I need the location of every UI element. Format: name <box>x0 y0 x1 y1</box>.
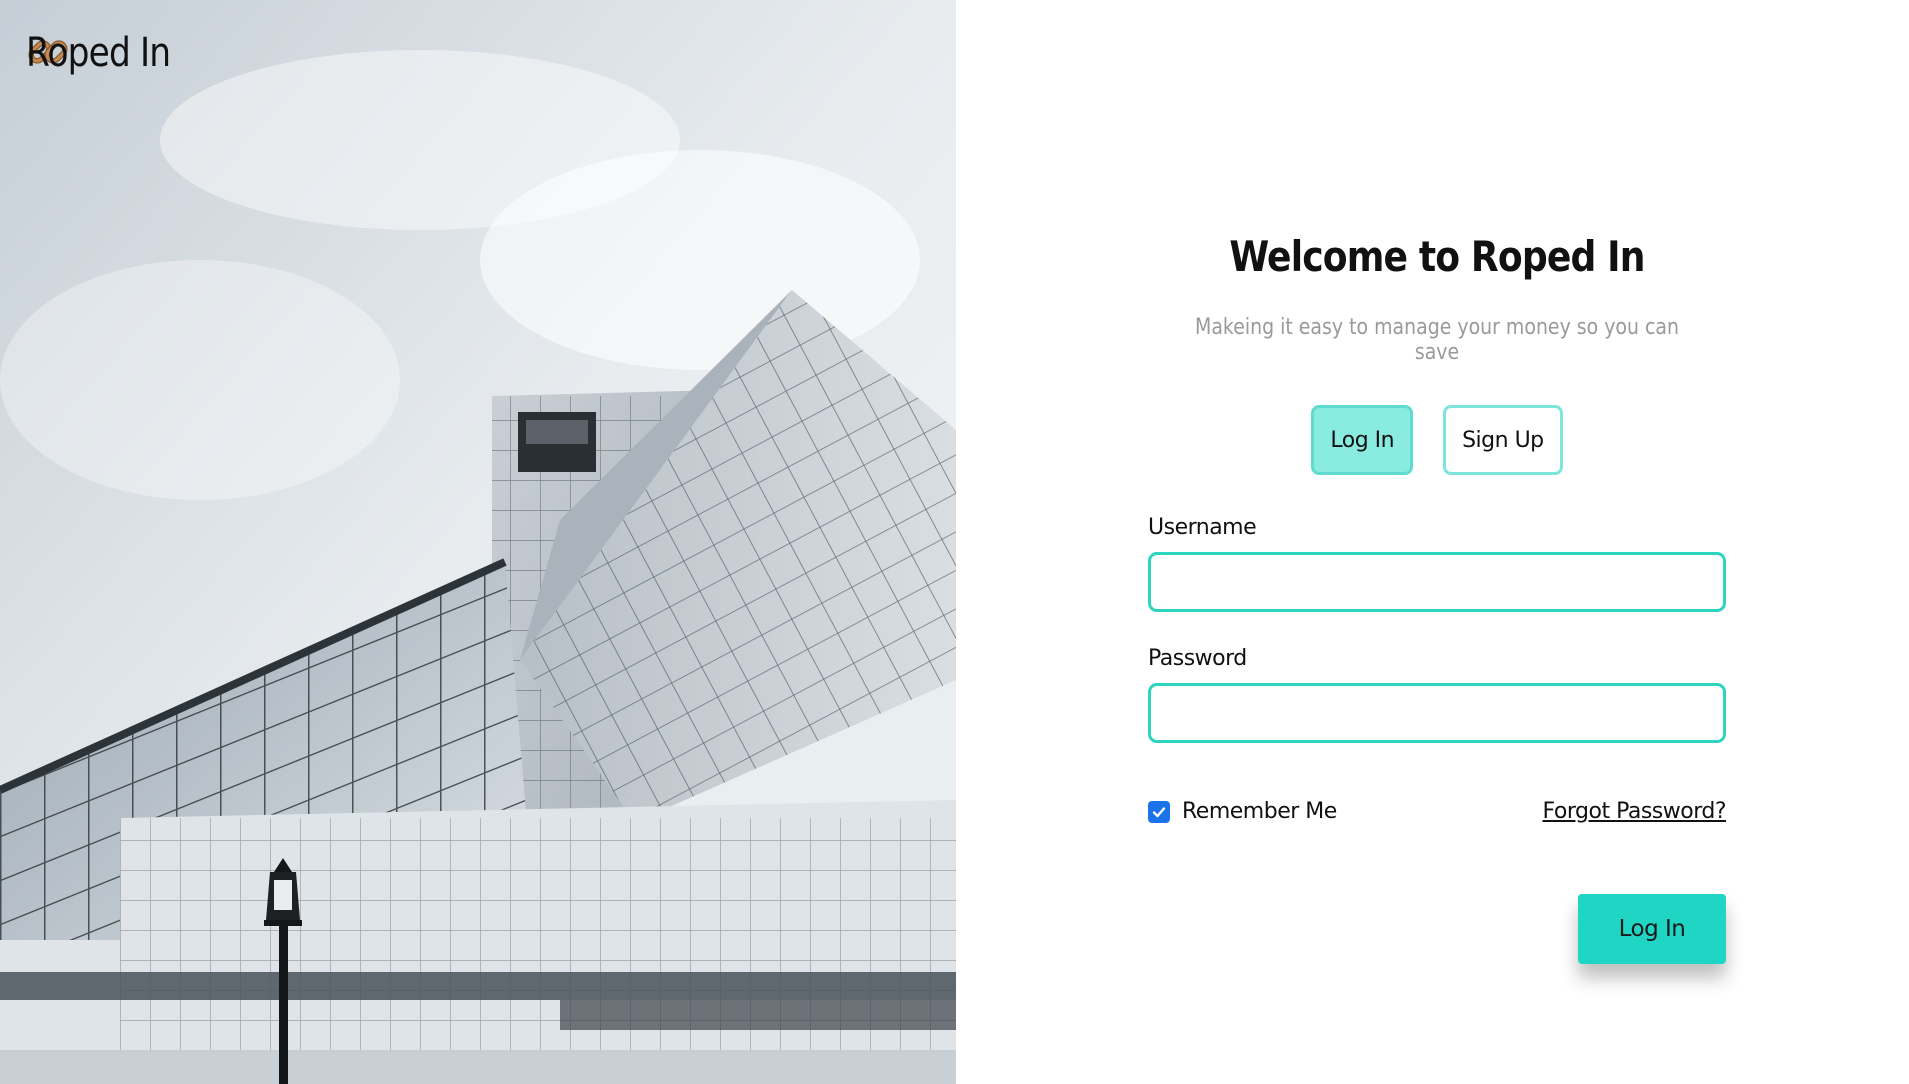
brand-name: Roped In <box>26 30 171 76</box>
tab-sign-up[interactable]: Sign Up <box>1443 405 1563 475</box>
checkmark-icon <box>1152 806 1166 817</box>
options-row: Remember Me Forgot Password? <box>1148 799 1727 824</box>
brand-logo[interactable]: Roped In <box>26 30 194 76</box>
remember-me[interactable]: Remember Me <box>1148 799 1337 824</box>
forgot-password-link[interactable]: Forgot Password? <box>1543 799 1727 824</box>
login-form: Welcome to Roped In Makeing it easy to m… <box>1148 232 1727 964</box>
password-label: Password <box>1148 646 1247 671</box>
login-panel: Welcome to Roped In Makeing it easy to m… <box>956 0 1909 1084</box>
submit-row: Log In <box>1148 894 1726 964</box>
tab-log-in[interactable]: Log In <box>1311 405 1414 475</box>
username-label: Username <box>1148 515 1257 540</box>
password-input[interactable] <box>1148 683 1726 743</box>
username-input[interactable] <box>1148 552 1726 612</box>
tagline: Makeing it easy to manage your money so … <box>1194 315 1679 365</box>
hero-panel: Roped In <box>0 0 956 1084</box>
remember-me-checkbox[interactable] <box>1148 800 1170 823</box>
welcome-title: Welcome to Roped In <box>1229 232 1645 281</box>
auth-mode-toggle: Log In Sign Up <box>1148 405 1726 475</box>
remember-me-label: Remember Me <box>1182 799 1337 824</box>
login-page: Roped In Welcome to Roped In Makeing it … <box>0 0 1909 1084</box>
building-photo <box>0 0 956 1084</box>
log-in-button[interactable]: Log In <box>1578 894 1726 964</box>
